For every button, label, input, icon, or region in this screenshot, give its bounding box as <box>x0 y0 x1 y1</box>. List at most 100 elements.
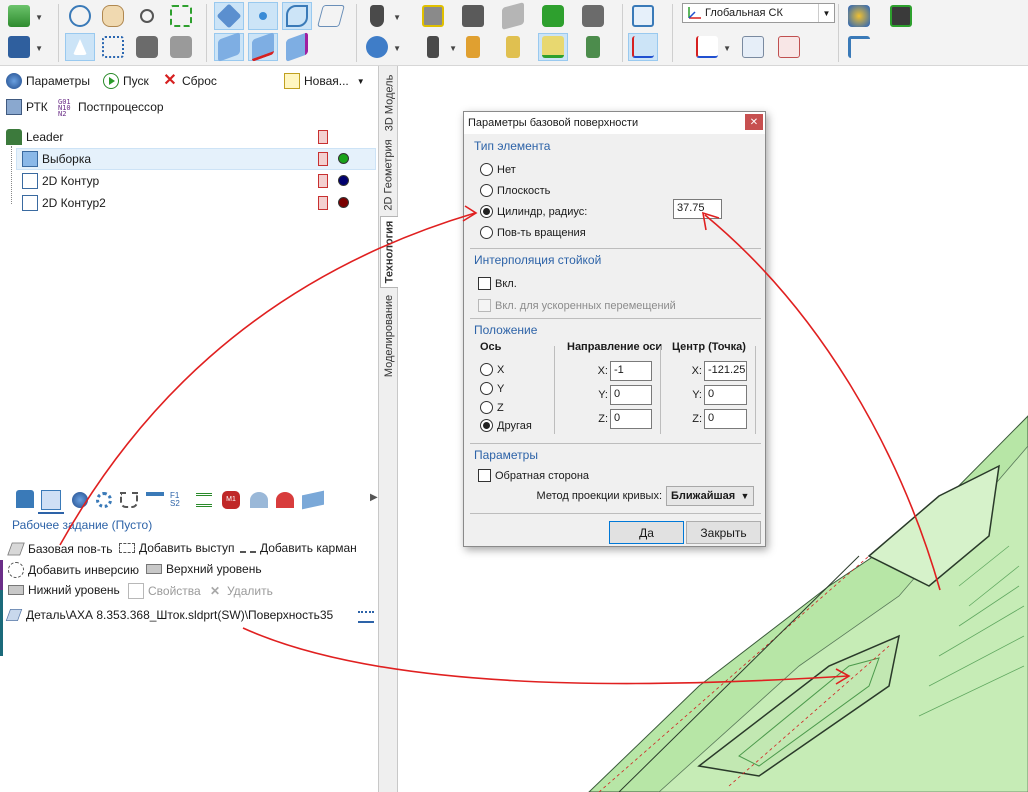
coordinate-system-icon[interactable] <box>628 33 658 61</box>
tree-item-2d-contour[interactable]: 2D Контур <box>22 173 99 189</box>
turret-icon[interactable] <box>250 492 268 508</box>
zoom-icon[interactable] <box>132 2 162 30</box>
snapshot-icon[interactable] <box>132 33 162 61</box>
layers-icon[interactable] <box>628 2 658 30</box>
snapshot-alt-icon[interactable] <box>166 33 196 61</box>
gear-icon[interactable] <box>96 492 112 508</box>
select-cursor-icon[interactable] <box>65 33 95 61</box>
upper-level-button[interactable]: Верхний уровень <box>146 562 262 576</box>
run-button[interactable]: Пуск <box>103 73 149 89</box>
close-button[interactable]: Закрыть <box>686 521 761 544</box>
reverse-side-checkbox[interactable]: Обратная сторона <box>478 469 589 482</box>
chevron-down-icon[interactable]: ▼ <box>818 4 834 22</box>
interpolation-enabled-checkbox[interactable]: Вкл. <box>478 277 517 290</box>
center-y-input[interactable]: 0 <box>704 385 747 405</box>
lower-level-button[interactable]: Нижний уровень <box>8 583 120 597</box>
tab-modeling[interactable]: Моделирование <box>380 290 398 382</box>
center-x-input[interactable]: -121.25 <box>704 361 747 381</box>
surface-mode-icon[interactable] <box>214 2 244 30</box>
tab-3d-model[interactable]: 3D Модель <box>380 70 398 136</box>
contour-icon[interactable] <box>120 492 138 508</box>
postprocessor-button[interactable]: G01 N10 N2 Постпроцессор <box>58 99 164 118</box>
projection-method-select[interactable]: Ближайшая ▼ <box>666 486 754 506</box>
radio-cylinder[interactable]: Цилиндр, радиус: <box>480 205 587 218</box>
sphere-icon[interactable] <box>72 492 88 508</box>
radio-axis-x[interactable]: X <box>480 363 504 376</box>
fit-view-icon[interactable] <box>166 2 196 30</box>
nc-controller-icon[interactable] <box>886 2 916 30</box>
radio-axis-z[interactable]: Z <box>480 401 504 414</box>
machine-feature-icon[interactable] <box>16 490 34 508</box>
radius-input[interactable]: 37.75 <box>673 199 722 219</box>
radio-label: Цилиндр, радиус: <box>497 205 588 218</box>
dir-y-input[interactable]: 0 <box>610 385 652 405</box>
properties-button[interactable]: Свойства <box>128 583 201 599</box>
sketch-mode-icon[interactable] <box>316 2 346 30</box>
part-icon[interactable] <box>538 2 568 30</box>
radio-plane[interactable]: Плоскость <box>480 184 550 197</box>
center-z-input[interactable]: 0 <box>704 409 747 429</box>
toolpath-icon[interactable] <box>538 33 568 61</box>
cylinder-feature-icon[interactable] <box>41 490 61 510</box>
add-cs-icon[interactable]: ▼ <box>692 33 731 61</box>
fixture-icon[interactable] <box>458 2 488 30</box>
tree-root[interactable]: Leader <box>6 129 63 145</box>
radio-axis-y[interactable]: Y <box>480 382 504 395</box>
dir-z-input[interactable]: 0 <box>610 409 652 429</box>
reset-button[interactable]: ✕ Сброс <box>162 73 217 89</box>
work-task-item[interactable]: Деталь\АХА 8.353.368_Шток.sldprt(SW)\Пов… <box>5 607 333 623</box>
dir-x-input[interactable]: -1 <box>610 361 652 381</box>
cs-delete-icon[interactable] <box>774 33 804 61</box>
face-select-icon[interactable] <box>214 31 244 63</box>
chevron-down-icon[interactable]: ▼ <box>357 77 365 86</box>
params-button[interactable]: Параметры <box>6 73 90 89</box>
delete-button[interactable]: ✕ Удалить <box>207 583 273 599</box>
caliper-icon[interactable] <box>844 33 874 61</box>
interpolation-rapid-checkbox[interactable]: Вкл. для ускоренных перемещений <box>478 299 676 312</box>
add-pocket-button[interactable]: Добавить карман <box>240 541 357 555</box>
stock-icon[interactable] <box>498 2 528 30</box>
tree-item-vyborka[interactable]: Выборка <box>22 151 91 167</box>
import-icon[interactable]: ▼ <box>4 2 43 30</box>
radio-axis-other[interactable]: Другая <box>480 419 532 432</box>
base-surface-button[interactable]: Базовая пов-ть <box>7 541 113 557</box>
new-button[interactable]: Новая... ▼ <box>284 73 365 89</box>
check-ok-icon[interactable] <box>578 2 608 30</box>
pan-hand-icon[interactable] <box>98 2 128 30</box>
tool-icon[interactable]: ▼ <box>418 33 457 61</box>
simulation-icon[interactable] <box>844 2 874 30</box>
add-boss-button[interactable]: Добавить выступ <box>119 541 235 555</box>
machine-setup-icon[interactable] <box>418 2 448 30</box>
machine-icon[interactable] <box>578 33 608 61</box>
tree-item-2d-contour-2[interactable]: 2D Контур2 <box>22 195 106 211</box>
cs-edit-icon[interactable] <box>738 33 768 61</box>
curve-mode-icon[interactable] <box>282 2 312 30</box>
red-cylinder-icon[interactable] <box>276 492 294 508</box>
box-select-icon[interactable] <box>98 33 128 61</box>
vertex-select-icon[interactable] <box>282 31 312 63</box>
tab-2d-geometry[interactable]: 2D Геометрия <box>380 138 398 212</box>
rtk-button[interactable]: РТК <box>6 99 48 115</box>
radio-revolved-surface[interactable]: Пов-ть вращения <box>480 226 586 239</box>
tool-holder-icon[interactable]: ▼ <box>362 33 401 61</box>
drill-icon[interactable] <box>146 492 164 508</box>
point-mode-icon[interactable] <box>248 2 278 30</box>
workpiece-icon[interactable]: ▼ <box>362 2 401 30</box>
edge-select-icon[interactable] <box>248 31 278 63</box>
radio-none[interactable]: Нет <box>480 163 516 176</box>
add-inversion-button[interactable]: Добавить инверсию <box>8 562 139 578</box>
tab-technology[interactable]: Технология <box>380 216 398 288</box>
tool-library-icon[interactable] <box>458 33 488 61</box>
coordinate-system-select[interactable]: Глобальная СК ▼ <box>682 3 835 23</box>
f1-s2-icon[interactable]: F1 S2 <box>170 492 190 508</box>
mill-tool-icon[interactable] <box>498 33 528 61</box>
list-icon[interactable] <box>196 493 212 507</box>
close-icon[interactable]: ✕ <box>745 114 763 130</box>
m01-stop-icon[interactable]: M1 <box>222 491 240 509</box>
run-label: Пуск <box>123 74 149 88</box>
rotate-view-icon[interactable] <box>65 2 95 30</box>
box-icon[interactable] <box>302 490 324 510</box>
chevron-right-icon[interactable]: ▶ <box>370 492 378 503</box>
save-icon[interactable]: ▼ <box>4 33 43 61</box>
ok-button[interactable]: Да <box>609 521 684 544</box>
